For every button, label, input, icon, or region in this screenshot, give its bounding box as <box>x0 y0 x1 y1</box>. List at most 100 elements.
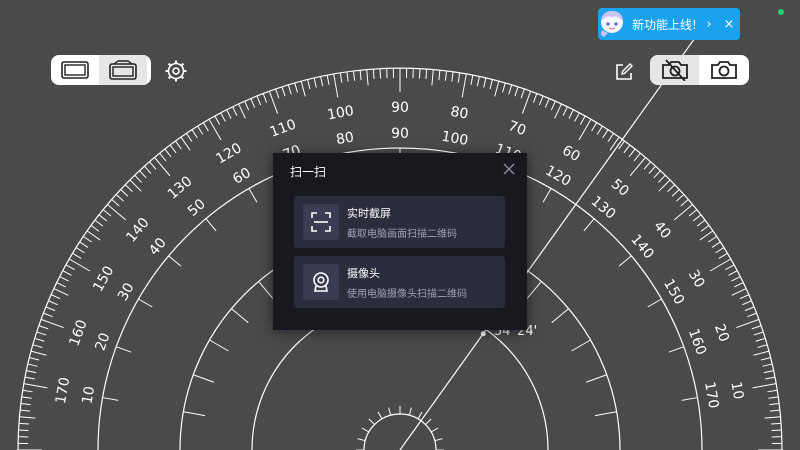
protractor-tick <box>36 331 47 336</box>
protractor-inner-tick <box>209 339 229 352</box>
protractor-inner-label: 90 <box>391 126 409 142</box>
camera-toggle[interactable] <box>650 55 749 85</box>
protractor-tick <box>438 70 441 81</box>
tray-mode-icon <box>109 60 137 80</box>
protractor-tick <box>29 357 40 361</box>
protractor-tick <box>262 93 268 103</box>
protractor-outer-label: 70 <box>506 118 528 139</box>
protractor-center-tick <box>357 438 366 442</box>
protractor-tick <box>320 76 324 87</box>
chevron-right-icon[interactable]: › <box>700 17 718 32</box>
protractor-tick <box>747 312 757 318</box>
protractor-tick <box>208 118 222 141</box>
protractor-tick <box>307 79 311 90</box>
protractor-tick <box>736 318 760 329</box>
protractor-tick <box>124 184 133 192</box>
protractor-tick <box>591 122 598 132</box>
toast-close-icon[interactable]: × <box>718 17 740 32</box>
scan-frame-icon <box>303 204 339 240</box>
camera-icon <box>711 61 737 79</box>
protractor-tick <box>352 70 356 81</box>
mascot-icon <box>596 8 628 40</box>
protractor-tick <box>744 306 755 312</box>
protractor-tick <box>602 129 609 139</box>
protractor-tick <box>673 204 693 221</box>
protractor-tick <box>27 363 38 367</box>
protractor-inner-label: 60 <box>230 165 253 188</box>
protractor-tick <box>680 199 689 207</box>
screenshot-scan-option[interactable]: 实时截屏 截取电脑画面扫描二维码 <box>294 196 505 248</box>
option-title: 实时截屏 <box>347 207 391 220</box>
close-icon[interactable] <box>501 161 517 177</box>
protractor-tick <box>764 416 781 419</box>
protractor-tick <box>451 71 454 82</box>
tray-mode-button[interactable] <box>99 55 147 85</box>
protractor-tick <box>107 204 127 221</box>
camera-off-button[interactable] <box>650 55 699 85</box>
protractor-tick <box>256 95 262 106</box>
protractor-tick <box>45 306 56 312</box>
protractor-tick <box>768 396 779 399</box>
protractor-tick <box>628 148 636 158</box>
edit-icon <box>616 63 633 80</box>
protractor-tick <box>139 170 147 179</box>
protractor-tick <box>483 77 487 88</box>
protractor-tick <box>22 389 33 393</box>
protractor-tick <box>692 214 702 222</box>
protractor-tick <box>149 161 157 170</box>
webcam-scan-option[interactable]: 摄像头 使用电脑摄像头扫描二维码 <box>294 256 505 308</box>
protractor-tick <box>83 235 92 243</box>
protractor-tick <box>769 409 780 412</box>
protractor-tick <box>56 282 66 288</box>
new-feature-toast[interactable]: 新功能上线! › × <box>598 8 740 40</box>
protractor-tick <box>185 133 193 142</box>
protractor-tick <box>752 383 777 389</box>
camera-off-icon <box>661 59 688 81</box>
protractor-tick <box>769 402 780 406</box>
protractor-tick <box>20 402 31 406</box>
protractor-outer-label: 40 <box>650 218 674 242</box>
protractor-center-tick <box>434 438 443 442</box>
protractor-tick <box>562 106 568 116</box>
protractor-inner-label: 80 <box>335 129 355 148</box>
settings-button[interactable] <box>163 58 189 84</box>
protractor-tick <box>708 235 717 243</box>
protractor-tick <box>762 363 773 367</box>
toast-text[interactable]: 新功能上线! <box>632 16 700 33</box>
protractor-tick <box>461 73 467 98</box>
protractor-tick <box>618 140 625 150</box>
protractor-outer-label: 170 <box>53 376 73 405</box>
protractor-tick <box>696 219 706 227</box>
protractor-tick <box>609 136 620 151</box>
protractor-tick <box>514 86 519 97</box>
protractor-tick <box>50 294 61 300</box>
protractor-tick <box>72 252 82 259</box>
protractor-tick <box>32 344 43 348</box>
protractor-tick <box>771 429 782 432</box>
protractor-tick <box>326 74 330 85</box>
protractor-tick <box>767 389 778 393</box>
protractor-inner-tick <box>571 339 591 352</box>
window-mode-button[interactable] <box>51 55 99 85</box>
protractor-tick <box>294 82 298 93</box>
protractor-tick <box>86 230 101 241</box>
protractor-tick <box>718 252 728 259</box>
edit-button[interactable] <box>612 60 636 84</box>
ray-handle <box>480 331 486 337</box>
protractor-mid-tick <box>542 188 552 203</box>
protractor-tick <box>134 174 142 183</box>
protractor-tick <box>709 258 732 272</box>
protractor-tick <box>300 80 306 97</box>
protractor-tick <box>444 70 448 81</box>
protractor-tick <box>34 337 45 342</box>
protractor-tick <box>739 294 750 300</box>
protractor-tick <box>24 376 35 380</box>
protractor-tick <box>502 82 506 93</box>
protractor-tick <box>494 80 500 97</box>
protractor-tick <box>244 100 250 111</box>
protractor-tick <box>711 241 721 248</box>
protractor-tick <box>760 357 771 361</box>
display-mode-toggle[interactable] <box>51 55 151 85</box>
protractor-tick <box>359 70 362 81</box>
camera-on-button[interactable] <box>699 55 749 85</box>
